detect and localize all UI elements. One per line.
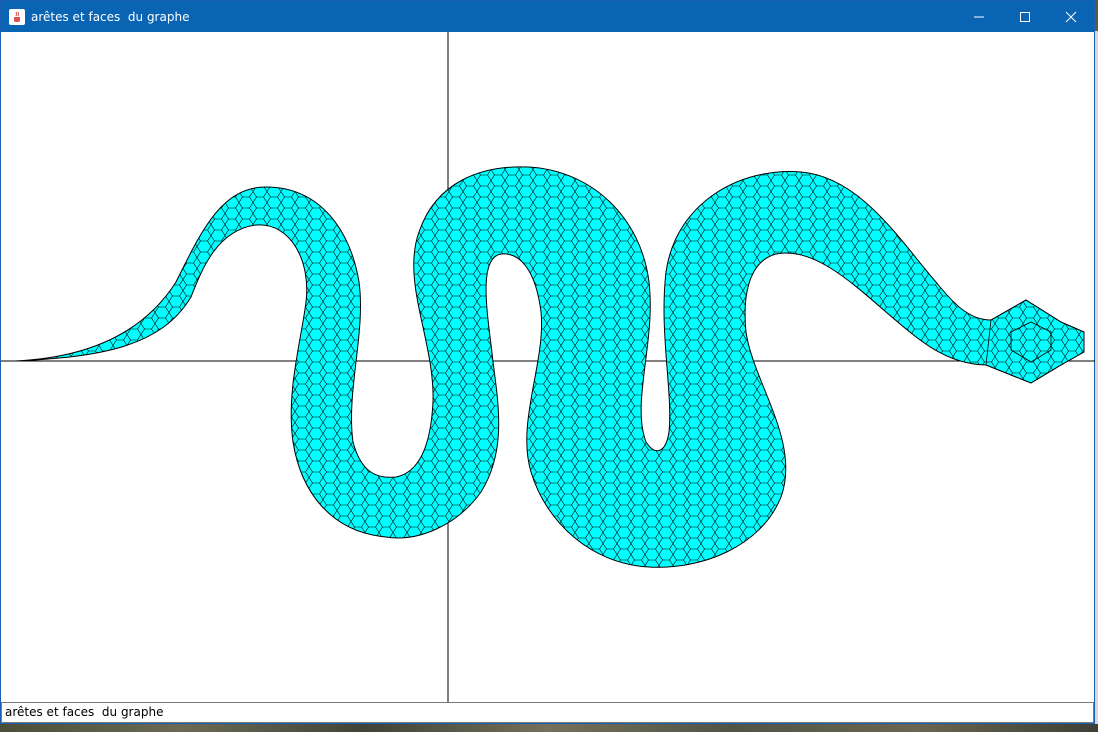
close-icon: [1065, 11, 1077, 22]
window-controls: [956, 1, 1094, 32]
maximize-icon: [1020, 11, 1030, 22]
graph-canvas[interactable]: [1, 32, 1095, 702]
desktop-taskbar-strip: [0, 724, 1098, 732]
app-window: arêtes et faces du graphe arêtes et face…: [0, 0, 1095, 724]
snake-mesh: [14, 166, 1085, 568]
java-cup-icon[interactable]: [9, 8, 25, 25]
window-title: arêtes et faces du graphe: [31, 9, 190, 24]
minimize-button[interactable]: [956, 1, 1002, 32]
maximize-button[interactable]: [1002, 1, 1048, 32]
close-button[interactable]: [1048, 1, 1094, 32]
title-bar[interactable]: arêtes et faces du graphe: [1, 1, 1094, 32]
minimize-icon: [974, 16, 984, 17]
status-field[interactable]: arêtes et faces du graphe: [1, 702, 1094, 723]
